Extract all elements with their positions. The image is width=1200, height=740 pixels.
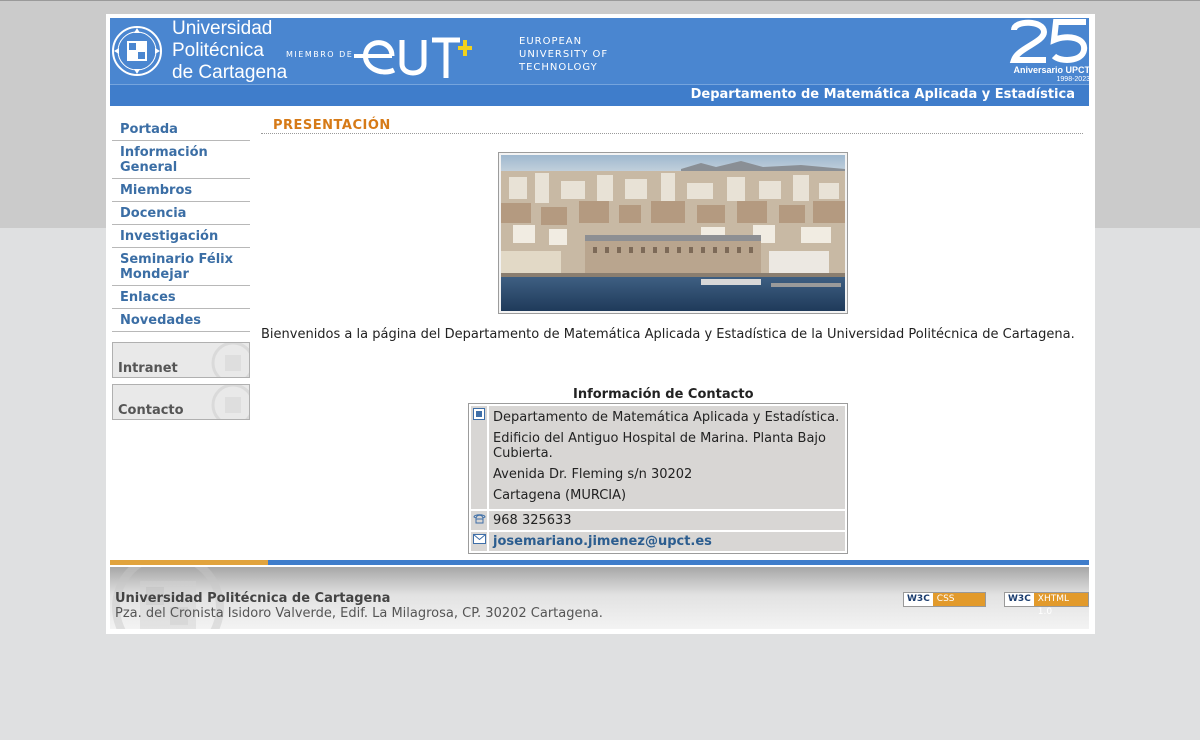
site-footer: Universidad Politécnica de Cartagena Pza…	[110, 567, 1089, 629]
university-name-line: de Cartagena	[172, 62, 288, 83]
page-container: Universidad Politécnica de Cartagena MIE…	[106, 14, 1095, 634]
address-line: Departamento de Matemática Aplicada y Es…	[493, 410, 840, 425]
eut-text-line: UNIVERSITY OF	[519, 49, 609, 60]
contact-address-row: Departamento de Matemática Aplicada y Es…	[471, 406, 845, 509]
header-stripe-line	[110, 84, 1089, 85]
w3c-xhtml-badge[interactable]: W3C XHTML 1.0	[1004, 592, 1089, 617]
sidebar-item-portada[interactable]: Portada	[112, 118, 250, 141]
sidebar: Portada Información General Miembros Doc…	[112, 118, 250, 420]
welcome-text: Bienvenidos a la página del Departamento…	[261, 327, 1075, 342]
contact-email-link[interactable]: josemariano.jimenez@upct.es	[489, 532, 845, 551]
address-icon-cell	[471, 406, 489, 509]
w3c-css-label: CSS	[932, 593, 985, 606]
seal-watermark-icon	[211, 385, 249, 419]
site-header: Universidad Politécnica de Cartagena MIE…	[110, 18, 1089, 106]
contact-phone-row: 968 325633	[471, 511, 845, 530]
w3c-logo: W3C	[1008, 594, 1031, 604]
university-name-line: Universidad	[172, 18, 273, 39]
footer-address: Pza. del Cronista Isidoro Valverde, Edif…	[115, 606, 603, 621]
envelope-icon	[472, 534, 486, 544]
contact-phone: 968 325633	[493, 513, 572, 528]
phone-icon	[472, 514, 486, 524]
building-icon	[473, 408, 485, 420]
email-icon-cell	[471, 532, 489, 551]
footer-bar-orange	[110, 560, 268, 565]
upct-seal-icon[interactable]	[112, 20, 162, 82]
w3c-logo: W3C	[907, 594, 930, 604]
address-line: Cartagena (MURCIA)	[493, 488, 627, 503]
department-title: Departamento de Matemática Aplicada y Es…	[690, 87, 1075, 102]
dotted-divider	[261, 133, 1083, 134]
anniversary-title: Aniversario UPCT	[1013, 65, 1089, 75]
campus-photo-frame	[498, 152, 848, 314]
contacto-label: Contacto	[118, 403, 184, 418]
sidebar-item-informacion-general[interactable]: Información General	[112, 141, 250, 179]
eut-text-line: EUROPEAN	[519, 36, 583, 47]
contact-table: Departamento de Matemática Aplicada y Es…	[468, 403, 848, 554]
anniversary-25-icon[interactable]	[1008, 18, 1089, 66]
sidebar-item-enlaces[interactable]: Enlaces	[112, 286, 250, 309]
eut-text-line: TECHNOLOGY	[519, 62, 598, 73]
intranet-button[interactable]: Intranet	[112, 342, 250, 378]
sidebar-item-novedades[interactable]: Novedades	[112, 309, 250, 332]
sidebar-item-seminario[interactable]: Seminario Félix Mondejar	[112, 248, 250, 286]
anniversary-years: 1998-2023	[1056, 76, 1089, 83]
eut-logo-icon[interactable]	[352, 26, 512, 84]
eut-text: EUROPEAN UNIVERSITY OF TECHNOLOGY	[519, 35, 608, 74]
university-name-line: Politécnica	[172, 40, 264, 61]
contact-email-row: josemariano.jimenez@upct.es	[471, 532, 845, 551]
seal-watermark-icon	[211, 343, 249, 377]
main-content: PRESENTACIÓN Bienvenidos a la página del…	[261, 118, 1083, 554]
w3c-css-badge[interactable]: W3C CSS	[903, 592, 986, 607]
section-title: PRESENTACIÓN	[273, 118, 391, 133]
sidebar-item-investigacion[interactable]: Investigación	[112, 225, 250, 248]
contact-address: Departamento de Matemática Aplicada y Es…	[489, 406, 845, 509]
miembro-de-label: MIEMBRO DE	[286, 50, 354, 59]
campus-photo	[501, 155, 845, 311]
sidebar-item-miembros[interactable]: Miembros	[112, 179, 250, 202]
contacto-button[interactable]: Contacto	[112, 384, 250, 420]
footer-color-bar	[110, 560, 1089, 565]
w3c-xhtml-label: XHTML 1.0	[1033, 593, 1088, 617]
address-line: Edificio del Antiguo Hospital de Marina.…	[493, 431, 826, 461]
intranet-label: Intranet	[118, 361, 178, 376]
footer-bar-blue	[268, 560, 1089, 565]
university-name[interactable]: Universidad Politécnica de Cartagena	[172, 18, 287, 84]
address-line: Avenida Dr. Fleming s/n 30202	[493, 467, 693, 482]
contact-title: Información de Contacto	[573, 387, 754, 402]
sidebar-item-docencia[interactable]: Docencia	[112, 202, 250, 225]
footer-university-name: Universidad Politécnica de Cartagena	[115, 591, 391, 606]
phone-icon-cell	[471, 511, 489, 530]
anniversary-label: Aniversario UPCT 1998-2023	[1000, 66, 1089, 84]
